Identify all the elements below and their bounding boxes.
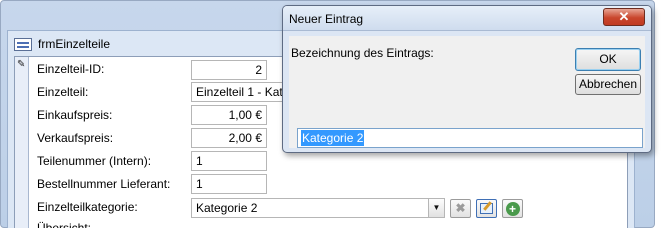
verkaufspreis-field[interactable]: 2,00 € xyxy=(191,128,267,148)
einzelteilkategorie-value: Kategorie 2 xyxy=(196,201,258,215)
bestellnummer-field[interactable]: 1 xyxy=(191,174,267,194)
ok-button[interactable]: OK xyxy=(575,48,641,71)
torn-edge xyxy=(0,228,666,239)
entry-name-input[interactable]: Kategorie 2 xyxy=(297,128,643,148)
edit-category-button[interactable] xyxy=(476,199,497,218)
new-entry-dialog: Neuer Eintrag ✕ Bezeichnung des Eintrags… xyxy=(282,5,652,153)
label-einzelteilkategorie: Einzelteilkategorie: xyxy=(37,200,138,214)
label-einzelteil: Einzelteil: xyxy=(37,85,89,99)
label-einkaufspreis: Einkaufspreis: xyxy=(37,108,113,122)
dialog-title: Neuer Eintrag xyxy=(289,12,364,26)
label-teilenummer: Teilenummer (Intern): xyxy=(37,154,152,168)
cancel-button[interactable]: Abbrechen xyxy=(575,74,641,95)
form-title: frmEinzelteile xyxy=(38,37,111,51)
close-icon: ✕ xyxy=(618,9,630,24)
edit-icon xyxy=(480,203,493,214)
label-einzelteil-id: Einzelteil-ID: xyxy=(37,62,105,76)
entry-name-selected-text: Kategorie 2 xyxy=(301,130,365,146)
dialog-body: Bezeichnung des Eintrags: OK Abbrechen K… xyxy=(289,36,645,148)
delete-category-button[interactable]: ✖ xyxy=(450,199,471,218)
form-icon xyxy=(14,37,32,51)
record-selector[interactable]: ✎ xyxy=(15,57,29,235)
einzelteilkategorie-combo[interactable]: Kategorie 2 ▼ xyxy=(191,198,445,218)
dialog-titlebar[interactable]: Neuer Eintrag ✕ xyxy=(283,6,651,31)
pencil-icon: ✎ xyxy=(17,59,26,70)
label-bestellnummer: Bestellnummer Lieferant: xyxy=(37,177,171,191)
add-icon: + xyxy=(505,202,520,216)
einzelteil-id-field[interactable]: 2 xyxy=(191,60,267,80)
einzelteil-field[interactable]: Einzelteil 1 - Kate xyxy=(191,82,291,102)
chevron-down-icon[interactable]: ▼ xyxy=(428,199,444,217)
dialog-prompt: Bezeichnung des Eintrags: xyxy=(291,46,434,60)
einkaufspreis-field[interactable]: 1,00 € xyxy=(191,105,267,125)
delete-icon: ✖ xyxy=(455,201,466,215)
label-verkaufspreis: Verkaufspreis: xyxy=(37,131,114,145)
add-category-button[interactable]: + xyxy=(502,199,523,218)
close-button[interactable]: ✕ xyxy=(603,8,645,26)
teilenummer-field[interactable]: 1 xyxy=(191,151,267,171)
